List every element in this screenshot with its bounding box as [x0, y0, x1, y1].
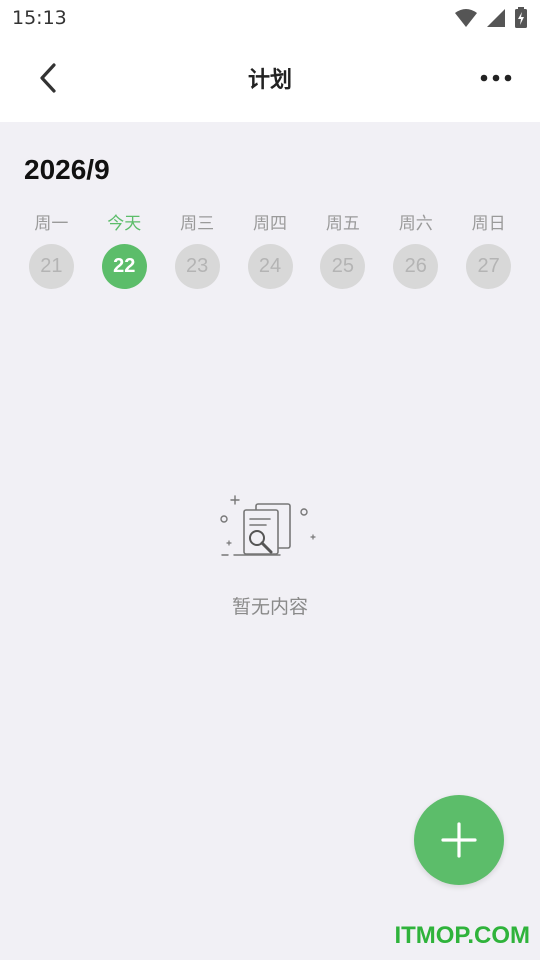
day-thursday[interactable]: 周四 24 [234, 210, 307, 289]
more-horizontal-icon [480, 74, 512, 82]
wifi-icon [455, 9, 477, 27]
day-sunday[interactable]: 周日 27 [452, 210, 525, 289]
empty-state: 暂无内容 [0, 492, 540, 619]
empty-document-search-icon [220, 495, 316, 556]
status-bar: 15:13 [0, 0, 540, 36]
day-wednesday[interactable]: 周三 23 [161, 210, 234, 289]
day-date: 27 [466, 244, 512, 289]
day-date: 26 [393, 244, 439, 289]
day-date: 23 [174, 244, 220, 289]
week-strip: 周一 21 今天 22 周三 23 周四 24 周五 25 周六 26 周日 2… [15, 210, 525, 289]
add-plan-button[interactable] [414, 795, 504, 885]
battery-charging-icon [515, 7, 527, 28]
more-button[interactable] [474, 58, 518, 98]
day-today[interactable]: 今天 22 [88, 210, 161, 289]
page-title: 计划 [247, 68, 292, 93]
day-name: 周三 [180, 214, 215, 234]
watermark: ITMOP.COM [394, 922, 530, 949]
day-name: 周四 [253, 214, 287, 234]
day-name: 周五 [325, 214, 360, 234]
day-name: 周日 [471, 214, 506, 234]
status-time: 15:13 [12, 7, 67, 29]
empty-state-text: 暂无内容 [231, 596, 308, 618]
day-friday[interactable]: 周五 25 [306, 210, 379, 289]
status-icons [454, 7, 528, 29]
day-saturday[interactable]: 周六 26 [379, 210, 452, 289]
day-date: 22 [101, 244, 147, 289]
app-header: 计划 [0, 36, 540, 122]
day-name: 周六 [398, 214, 433, 234]
signal-icon [487, 9, 505, 27]
day-date: 25 [320, 244, 366, 289]
day-date: 24 [247, 244, 293, 289]
day-monday[interactable]: 周一 21 [15, 210, 88, 289]
day-name: 周一 [34, 214, 69, 234]
month-label: 2026/9 [24, 154, 110, 185]
day-name: 今天 [107, 214, 142, 234]
plus-icon [441, 822, 477, 858]
day-date: 21 [28, 244, 74, 289]
